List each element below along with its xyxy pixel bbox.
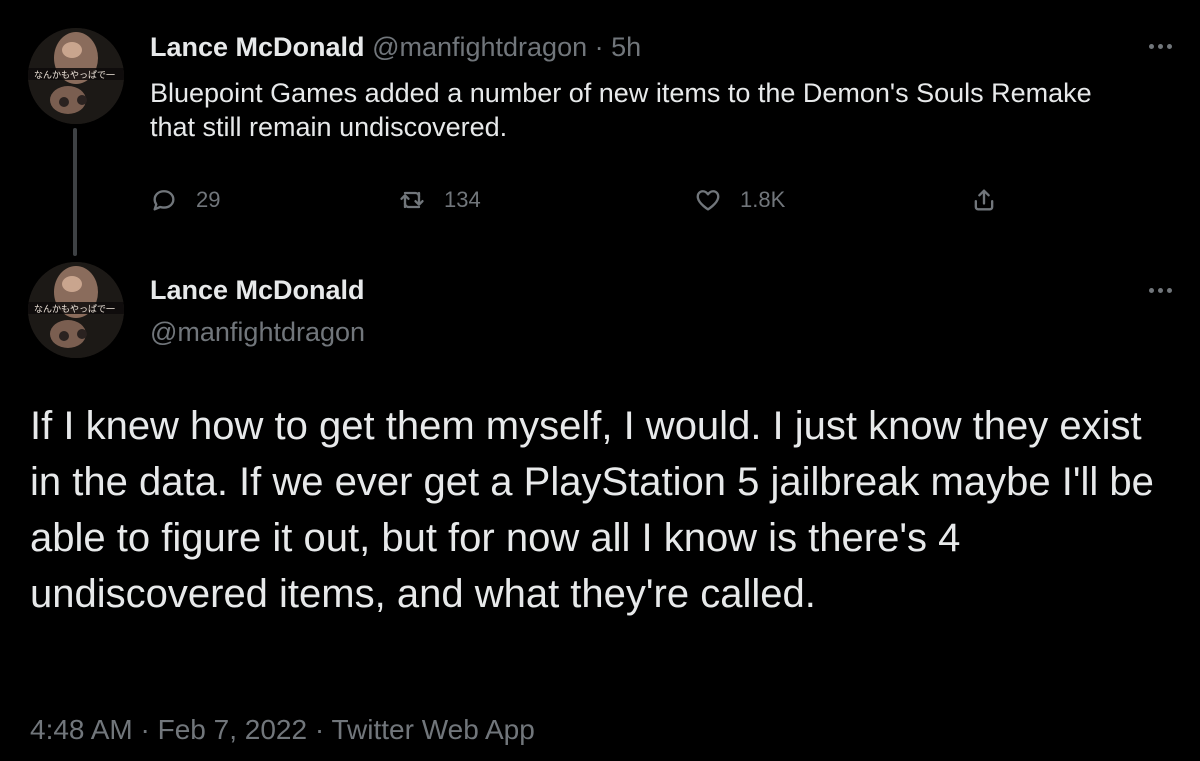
retweet-icon — [400, 191, 424, 209]
reply-count: 29 — [196, 187, 221, 212]
main-author-name[interactable]: Lance McDonald — [150, 272, 365, 308]
tweet-time[interactable]: 4:48 AM — [30, 714, 133, 745]
heart-icon — [696, 190, 720, 211]
parent-author-name[interactable]: Lance McDonald — [150, 32, 365, 62]
parent-tweet-header: Lance McDonald @manfightdragon · 5h — [150, 30, 641, 64]
parent-time-ago[interactable]: 5h — [611, 32, 641, 62]
share-icon — [974, 189, 994, 211]
parent-author-handle[interactable]: @manfightdragon — [372, 32, 587, 62]
more-dots-icon[interactable] — [1140, 280, 1180, 300]
more-dots-icon[interactable] — [1140, 36, 1180, 56]
parent-tweet-actions: 29 134 1.8K — [150, 180, 1030, 220]
separator-dot: · — [140, 714, 150, 745]
main-tweet-text: If I knew how to get them myself, I woul… — [30, 404, 1154, 616]
avatar[interactable]: なんかもやっぱで一 — [28, 262, 124, 358]
main-author-handle[interactable]: @manfightdragon — [150, 314, 365, 350]
avatar-caption: なんかもやっぱで一 — [34, 70, 115, 81]
thread-line — [73, 128, 77, 256]
retweet-button[interactable]: 134 — [398, 180, 481, 220]
share-button[interactable] — [970, 180, 998, 220]
avatar-caption: なんかもやっぱで一 — [34, 304, 115, 315]
separator-dot: · — [594, 32, 604, 62]
avatar[interactable]: なんかもやっぱで一 — [28, 28, 124, 124]
tweet-source[interactable]: Twitter Web App — [331, 714, 534, 745]
reply-icon — [153, 190, 175, 211]
reply-button[interactable]: 29 — [150, 180, 220, 220]
tweet-meta: 4:48 AM · Feb 7, 2022 · Twitter Web App — [30, 710, 535, 750]
tweet-date[interactable]: Feb 7, 2022 — [158, 714, 307, 745]
like-button[interactable]: 1.8K — [694, 180, 785, 220]
retweet-count: 134 — [444, 187, 481, 212]
like-count: 1.8K — [740, 187, 786, 212]
parent-tweet-text: Bluepoint Games added a number of new it… — [150, 78, 1092, 142]
separator-dot: · — [314, 714, 325, 745]
